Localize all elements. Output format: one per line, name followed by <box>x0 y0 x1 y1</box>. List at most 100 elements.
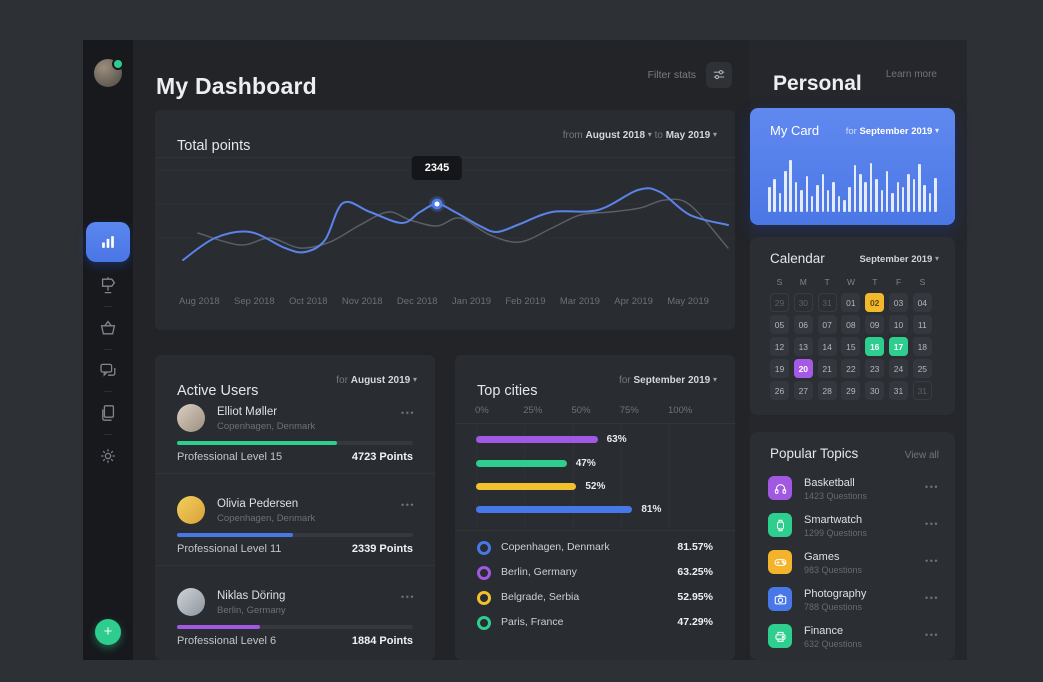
calendar-day[interactable]: 26 <box>770 381 789 400</box>
to-value[interactable]: May 2019 <box>666 130 710 141</box>
user-avatar[interactable] <box>94 59 122 87</box>
topic-row[interactable]: Finance632 Questions••• <box>750 624 955 654</box>
more-icon[interactable]: ••• <box>401 500 415 510</box>
calendar-day[interactable]: 31 <box>889 381 908 400</box>
calendar-day[interactable]: 18 <box>913 337 932 356</box>
calendar-day[interactable]: 04 <box>913 293 932 312</box>
line-series-previous <box>198 199 728 248</box>
calendar-day[interactable]: 28 <box>818 381 837 400</box>
sidebar-item-documents[interactable] <box>98 403 118 423</box>
to-label: to <box>655 130 663 141</box>
basket-icon <box>98 318 118 338</box>
more-icon[interactable]: ••• <box>925 519 939 529</box>
city-bar-value: 63% <box>607 434 627 445</box>
calendar-day[interactable]: 05 <box>770 315 789 334</box>
sidebar-item-shop[interactable] <box>98 318 118 338</box>
calendar-day[interactable]: 08 <box>841 315 860 334</box>
calendar-day[interactable]: 22 <box>841 359 860 378</box>
mini-bar <box>827 190 830 212</box>
sidebar-item-dashboard[interactable] <box>86 222 130 262</box>
axis-tick-label: 50% <box>572 405 591 416</box>
period-selector-top-cities[interactable]: for September 2019 ▾ <box>619 375 717 386</box>
from-value[interactable]: August 2018 <box>586 130 645 141</box>
calendar-day[interactable]: 20 <box>794 359 813 378</box>
x-axis-label: Aug 2018 <box>179 296 220 307</box>
calendar-day[interactable]: 31 <box>913 381 932 400</box>
calendar-day[interactable]: 30 <box>794 293 813 312</box>
filter-stats-button[interactable]: Filter stats <box>648 62 732 88</box>
mini-bar <box>913 179 916 212</box>
more-icon[interactable]: ••• <box>401 408 415 418</box>
period-selector-my-card[interactable]: for September 2019 ▾ <box>846 126 939 137</box>
more-icon[interactable]: ••• <box>925 593 939 603</box>
calendar-day[interactable]: 17 <box>889 337 908 356</box>
calendar-day[interactable]: 10 <box>889 315 908 334</box>
calendar-day[interactable]: 31 <box>818 293 837 312</box>
calendar-day[interactable]: 01 <box>841 293 860 312</box>
highlight-point[interactable] <box>433 200 441 208</box>
axis-gridline <box>669 423 670 528</box>
sidebar-item-messages[interactable] <box>98 360 118 380</box>
for-label: for <box>619 375 631 386</box>
calendar-day[interactable]: 02 <box>865 293 884 312</box>
user-location: Berlin, Germany <box>217 605 286 616</box>
calendar-day[interactable]: 24 <box>889 359 908 378</box>
mini-bar <box>859 174 862 213</box>
calendar-day[interactable]: 12 <box>770 337 789 356</box>
sidebar-item-explore[interactable] <box>98 275 118 295</box>
user-location: Copenhagen, Denmark <box>217 421 315 432</box>
topic-name: Basketball <box>804 477 855 489</box>
top-cities-title: Top cities <box>477 383 537 399</box>
topic-row[interactable]: Basketball 1423 Questions ••• <box>750 476 955 506</box>
calendar-day[interactable]: 27 <box>794 381 813 400</box>
mini-bar <box>918 164 921 212</box>
calendar-day[interactable]: 14 <box>818 337 837 356</box>
period-value[interactable]: August 2019 <box>351 375 410 386</box>
view-all-link[interactable]: View all <box>905 450 939 461</box>
add-button[interactable]: + <box>95 619 121 645</box>
calendar-day[interactable]: 23 <box>865 359 884 378</box>
period-selector-calendar[interactable]: September 2019 ▾ <box>859 254 939 265</box>
calendar-day[interactable]: 19 <box>770 359 789 378</box>
city-bar[interactable] <box>476 483 576 490</box>
day-header: T <box>818 277 837 287</box>
more-icon[interactable]: ••• <box>925 482 939 492</box>
topic-row[interactable]: Games983 Questions••• <box>750 550 955 580</box>
more-icon[interactable]: ••• <box>925 630 939 640</box>
topic-name: Games <box>804 551 839 563</box>
calendar-day[interactable]: 03 <box>889 293 908 312</box>
legend-row: Paris, France47.29% <box>455 614 735 634</box>
calendar-day[interactable]: 07 <box>818 315 837 334</box>
calendar-day[interactable]: 09 <box>865 315 884 334</box>
calendar-day[interactable]: 21 <box>818 359 837 378</box>
city-bar[interactable] <box>476 436 598 443</box>
dashboard-app: + My Dashboard Filter stats Total points… <box>83 40 967 660</box>
calendar-day[interactable]: 06 <box>794 315 813 334</box>
period-value[interactable]: September 2019 <box>859 126 932 137</box>
more-icon[interactable]: ••• <box>925 556 939 566</box>
card-divider <box>455 423 735 424</box>
calendar-day[interactable]: 13 <box>794 337 813 356</box>
topic-row[interactable]: Smartwatch1299 Questions••• <box>750 513 955 543</box>
chevron-down-icon: ▾ <box>713 130 717 139</box>
calendar-day[interactable]: 29 <box>841 381 860 400</box>
date-range-selector[interactable]: from August 2018 ▾ to May 2019 ▾ <box>563 130 717 141</box>
calendar-day[interactable]: 25 <box>913 359 932 378</box>
period-value[interactable]: September 2019 <box>633 375 710 386</box>
city-bar[interactable] <box>476 506 632 513</box>
calendar-day[interactable]: 16 <box>865 337 884 356</box>
learn-more-link[interactable]: Learn more <box>886 69 937 80</box>
calendar-day[interactable]: 15 <box>841 337 860 356</box>
topic-question-count: 1423 Questions <box>804 491 867 501</box>
period-selector-active-users[interactable]: for August 2019 ▾ <box>336 375 417 386</box>
period-value[interactable]: September 2019 <box>859 254 932 265</box>
filter-sliders-icon[interactable] <box>706 62 732 88</box>
my-card[interactable]: My Card for September 2019 ▾ <box>750 108 955 225</box>
calendar-day[interactable]: 29 <box>770 293 789 312</box>
sidebar-item-settings[interactable] <box>98 446 118 466</box>
topic-row[interactable]: Photography788 Questions••• <box>750 587 955 617</box>
calendar-day[interactable]: 30 <box>865 381 884 400</box>
city-bar[interactable] <box>476 460 567 467</box>
more-icon[interactable]: ••• <box>401 592 415 602</box>
calendar-day[interactable]: 11 <box>913 315 932 334</box>
